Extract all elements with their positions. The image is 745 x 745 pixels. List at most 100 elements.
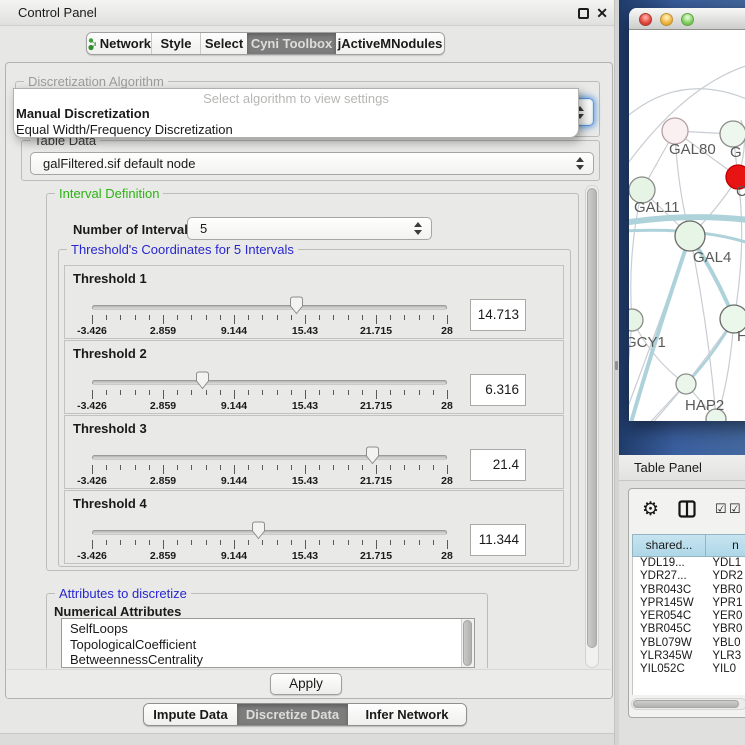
tab-style[interactable]: Style: [151, 33, 200, 54]
num-intervals-combobox[interactable]: 5: [187, 217, 432, 240]
threshold-panel-4: Threshold 4-3.4262.8599.14415.4321.71528…: [64, 490, 564, 564]
table-row[interactable]: YBL079WYBL0: [633, 637, 745, 650]
table-panel-titlebar: Table Panel: [619, 455, 745, 481]
minimize-traffic-light-icon[interactable]: [660, 13, 673, 26]
attribute-items: SelfLoopsTopologicalCoefficientBetweenne…: [62, 619, 461, 667]
panel-title: Control Panel: [18, 0, 97, 26]
close-icon[interactable]: ✕: [596, 4, 608, 22]
table-row[interactable]: YER054CYER0: [633, 610, 745, 623]
network-canvas[interactable]: GAL80GCGAL11GAL4GCY1HHAP2: [629, 30, 745, 421]
threshold-label: Threshold 2: [73, 346, 147, 361]
slider-ticks: [92, 540, 448, 550]
numerical-attributes-label: Numerical Attributes: [54, 604, 181, 619]
divider-grip-icon[interactable]: [615, 361, 618, 370]
algorithm-dropdown-popup: Select algorithm to view settings Manual…: [13, 88, 579, 138]
table-row[interactable]: YDR27...YDR2: [633, 570, 745, 583]
node-label: C: [736, 183, 745, 200]
table-data-combobox[interactable]: galFiltered.sif default node: [30, 152, 594, 175]
gear-icon[interactable]: ⚙: [642, 497, 659, 523]
slider-thumb[interactable]: [289, 296, 304, 315]
split-columns-icon[interactable]: [678, 500, 696, 518]
slider-tick-labels: -3.4262.8599.14415.4321.71528: [92, 400, 448, 412]
tab-jactivemnodules[interactable]: jActiveMNodules: [336, 33, 444, 54]
node-label: H: [737, 328, 745, 345]
threshold-panel-2: Threshold 2 -3.4262.8599.14415.4321.71528…: [64, 340, 564, 414]
slider-thumb[interactable]: [365, 446, 380, 465]
list-item[interactable]: BetweennessCentrality: [70, 652, 461, 667]
tab-discretize-data[interactable]: Discretize Data: [237, 704, 348, 725]
node-label: GAL4: [693, 249, 731, 266]
settings-vertical-scrollbar[interactable]: [585, 185, 599, 668]
slider-tick-labels: -3.4262.8599.14415.4321.71528: [92, 475, 448, 487]
threshold-value-input[interactable]: 6.316: [470, 374, 526, 406]
threshold-value-input[interactable]: 21.4: [470, 449, 526, 481]
slider-track[interactable]: [92, 380, 447, 385]
node-label: GAL11: [634, 199, 680, 216]
control-panel: Control Panel ✕ NetworkStyleSelectCyni T…: [0, 0, 614, 745]
checkbox-icon[interactable]: ☑: [729, 501, 741, 517]
control-panel-titlebar: Control Panel ✕: [0, 0, 614, 26]
bottom-strip: [0, 733, 614, 745]
tab-impute-data[interactable]: Impute Data: [144, 704, 237, 725]
table-data-group: Table Data galFiltered.sif default node: [21, 140, 600, 181]
node-gal4[interactable]: [675, 221, 705, 251]
threshold-value-input[interactable]: 11.344: [470, 524, 526, 556]
slider-ticks: [92, 390, 448, 400]
checkbox-icon[interactable]: ☑: [715, 501, 727, 517]
algorithm-option-equal-width-frequency-discretization[interactable]: Equal Width/Frequency Discretization: [14, 122, 578, 138]
slider-ticks: [92, 465, 448, 475]
network-icon: [87, 37, 96, 51]
algorithm-option-manual-discretization[interactable]: Manual Discretization: [14, 106, 578, 122]
slider-ticks: [92, 315, 448, 325]
table-row[interactable]: YDL19...YDL1: [633, 557, 745, 570]
table-row[interactable]: YBR045CYBR0: [633, 623, 745, 636]
slider-thumb[interactable]: [195, 371, 210, 390]
threshold-label: Threshold 3: [73, 421, 147, 436]
num-intervals-label: Number of Intervals: [73, 222, 195, 237]
tab-infer-network[interactable]: Infer Network: [348, 704, 466, 725]
table-row[interactable]: YIL052CYIL0: [633, 663, 745, 676]
attributes-scrollbar[interactable]: [461, 619, 474, 667]
column-header[interactable]: shared...: [632, 534, 706, 557]
threshold-label: Threshold 1: [73, 271, 147, 286]
group-label: Threshold's Coordinates for 5 Intervals: [67, 242, 298, 257]
float-window-icon[interactable]: [578, 8, 589, 19]
table-row[interactable]: YLR345WYLR3: [633, 650, 745, 663]
threshold-label: Threshold 4: [73, 496, 147, 511]
slider-thumb[interactable]: [251, 521, 266, 540]
stepper-arrows-icon: [414, 222, 422, 235]
tab-select[interactable]: Select: [200, 33, 247, 54]
group-label: Attributes to discretize: [55, 586, 191, 601]
bottom-tab-bar: Impute DataDiscretize DataInfer Network: [143, 703, 467, 726]
network-window: GAL80GCGAL11GAL4GCY1HHAP2: [629, 8, 745, 421]
list-item[interactable]: TopologicalCoefficient: [70, 637, 461, 653]
zoom-traffic-light-icon[interactable]: [681, 13, 694, 26]
table-panel-title: Table Panel: [634, 455, 702, 481]
close-traffic-light-icon[interactable]: [639, 13, 652, 26]
table-panel: ⚙ ☑ ☑ shared... n YDL19...YDL1YDR27...YD…: [628, 488, 745, 718]
node-label: HAP2: [685, 397, 724, 414]
column-header[interactable]: n: [706, 534, 745, 557]
network-desktop: GAL80GCGAL11GAL4GCY1HHAP2: [619, 0, 745, 455]
top-tab-bar: NetworkStyleSelectCyni ToolboxjActiveMNo…: [86, 32, 445, 55]
slider-track[interactable]: [92, 455, 447, 460]
tab-network[interactable]: Network: [87, 33, 151, 54]
numerical-attributes-list: SelfLoopsTopologicalCoefficientBetweenne…: [61, 618, 475, 668]
group-label: Discretization Algorithm: [24, 74, 168, 89]
table-horizontal-scrollbar[interactable]: [631, 698, 745, 710]
table-row[interactable]: YBR043CYBR0: [633, 584, 745, 597]
table-row[interactable]: YPR145WYPR1: [633, 597, 745, 610]
table-body: YDL19...YDL1YDR27...YDR2YBR043CYBR0YPR14…: [632, 557, 745, 695]
table-toolbar: ⚙ ☑ ☑: [629, 495, 745, 525]
threshold-value-input[interactable]: 14.713: [470, 299, 526, 331]
threshold-panel-3: Threshold 3 -3.4262.8599.14415.4321.71528…: [64, 415, 564, 489]
node-label: G: [730, 144, 742, 161]
slider-track[interactable]: [92, 305, 447, 310]
node-hap2[interactable]: [676, 374, 696, 394]
node-gcy1[interactable]: [629, 309, 643, 331]
apply-button[interactable]: Apply: [270, 673, 342, 695]
table-header-row: shared... n: [632, 534, 745, 557]
list-item[interactable]: SelfLoops: [70, 621, 461, 637]
slider-track[interactable]: [92, 530, 447, 535]
tab-cyni-toolbox[interactable]: Cyni Toolbox: [247, 33, 336, 54]
